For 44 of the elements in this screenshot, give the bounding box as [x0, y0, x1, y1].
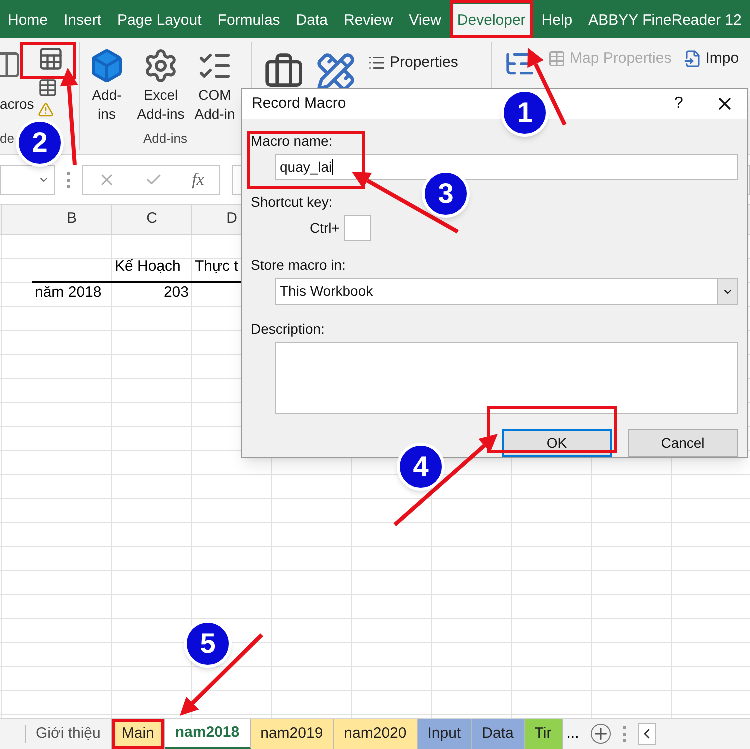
ribbon-tab[interactable]: Help [538, 4, 577, 38]
store-macro-dropdown[interactable]: This Workbook [275, 278, 738, 305]
ribbon-tab[interactable]: Formulas [214, 4, 284, 38]
sheet-tab[interactable]: nam2020 [334, 719, 418, 749]
ribbon-button[interactable]: Add- ins [82, 48, 132, 128]
field-label: Macro name: [251, 132, 333, 151]
macro-name-field[interactable]: quay_lai [275, 154, 738, 180]
field-label: Store macro in: [251, 256, 346, 275]
field-label: Shortcut key: [251, 193, 333, 212]
ribbon-tab[interactable]: Page Layout [114, 4, 206, 38]
sheet-tab[interactable]: Giới thiệu [26, 719, 112, 749]
ribbon-tab[interactable]: ABBYY FineReader 12 [584, 4, 746, 38]
ribbon-tab[interactable]: Insert [60, 4, 106, 38]
sheet-tab[interactable]: nam2018 [165, 719, 251, 749]
help-button[interactable]: ? [659, 92, 699, 116]
ctrl-label: Ctrl+ [310, 218, 340, 238]
sheet-tab[interactable]: nam2019 [250, 719, 334, 749]
ribbon-tab[interactable]: Home [4, 4, 52, 38]
column-header[interactable]: C [146, 208, 158, 231]
ribbon-tab[interactable]: View [405, 4, 446, 38]
column-header[interactable]: B [66, 208, 77, 231]
sheet-tab[interactable]: Main [112, 719, 166, 749]
table-cell[interactable]: Kế Hoạch [115, 256, 181, 278]
more-tabs-label[interactable]: ... [562, 722, 584, 746]
sheet-tab[interactable]: Data [472, 719, 525, 749]
group-label: de [0, 130, 14, 148]
group-label: Add-ins [143, 130, 188, 148]
ribbon-tab[interactable]: Review [340, 4, 398, 38]
ribbon-button[interactable]: COM Add-in [190, 48, 240, 128]
insert-function-button[interactable]: fx [192, 166, 204, 192]
table-cell[interactable]: 203 [164, 282, 189, 304]
ribbon-button[interactable]: Excel Add-ins [136, 48, 186, 128]
properties-button[interactable]: Properties [368, 52, 458, 74]
dialog-button[interactable]: Cancel [628, 429, 738, 457]
sheet-tab[interactable]: Input [418, 719, 472, 749]
table-cell[interactable]: Thực t [195, 256, 238, 278]
sheet-tab[interactable]: Tir [524, 719, 563, 749]
table-cell[interactable]: năm 2018 [35, 282, 102, 304]
ribbon-tab[interactable]: Data [292, 4, 332, 38]
column-header[interactable]: D [226, 208, 238, 231]
field-label: Description: [251, 320, 325, 339]
dialog-title: Record Macro [252, 94, 346, 114]
import-button[interactable]: Impo [684, 48, 740, 70]
macros-label[interactable]: acros [0, 94, 34, 115]
